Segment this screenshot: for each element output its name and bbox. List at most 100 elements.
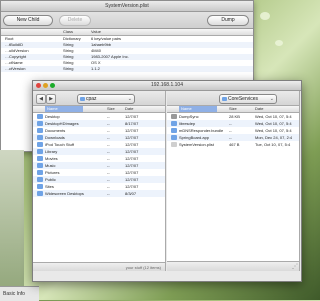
delete-button[interactable]: Delete: [59, 15, 91, 26]
column-header-size[interactable]: Size: [229, 106, 237, 112]
forward-arrow-icon[interactable]: ▶: [46, 94, 56, 104]
list-item[interactable]: libresdep -- Wed, Oct 10, 07, 5:4: [167, 120, 299, 127]
folder-icon: [37, 128, 43, 133]
folder-icon: [37, 170, 43, 175]
file-name: Library: [45, 149, 58, 154]
minimize-button[interactable]: [43, 83, 48, 88]
file-name: mDNSResponder.bundle: [179, 128, 224, 133]
file-name: Documents: [45, 128, 66, 133]
remote-pane: CoreServices ⌄ Name Size Date DumpSync 28…: [167, 91, 300, 271]
background-window-footer: Basic Info: [0, 286, 39, 301]
remote-path-label: CoreServices: [228, 96, 259, 102]
file-size: --: [107, 191, 110, 196]
file-size: 467 B: [229, 142, 240, 147]
file-name: DumpSync: [179, 114, 199, 119]
list-item[interactable]: Downloads -- 12/7/07: [33, 134, 165, 141]
column-header-name[interactable]: Name: [45, 106, 83, 112]
file-name: iPod Touch Stuff: [45, 142, 74, 147]
file-name: Public: [45, 177, 56, 182]
folder-icon: [37, 184, 43, 189]
column-header-value[interactable]: Value: [91, 29, 101, 35]
column-header-size[interactable]: Size: [107, 106, 115, 112]
folder-icon: [37, 114, 43, 119]
file-name: Sites: [45, 184, 54, 189]
remote-file-list: DumpSync 28 KB Wed, Oct 10, 07, 5:4 libresd…: [167, 113, 299, 148]
file-name: Desktop: [45, 114, 60, 119]
list-item[interactable]: Widescreen Desktops -- 8/3/07: [33, 190, 165, 197]
window-controls: [36, 83, 55, 88]
file-size: --: [107, 128, 110, 133]
local-pane: ◀ ▶ cpaz ⌄ Name Size Date Desktop -- 12/7/…: [33, 91, 166, 271]
file-date: 12/7/07: [125, 128, 139, 133]
list-item[interactable]: Desktop -- 12/7/07: [33, 113, 165, 120]
dump-button[interactable]: Dump: [207, 15, 249, 26]
file-size: --: [229, 135, 232, 140]
column-header-date[interactable]: Date: [255, 106, 263, 112]
local-path-label: cpaz: [86, 96, 97, 102]
file-size: --: [107, 163, 110, 168]
list-item[interactable]: Pictures -- 12/7/07: [33, 169, 165, 176]
file-name: Widescreen Desktops: [45, 191, 84, 196]
local-path-popup[interactable]: cpaz ⌄: [77, 94, 135, 104]
folder-icon: [37, 191, 43, 196]
file-date: Tue, Oct 10, 07, 5:4: [255, 142, 291, 147]
local-column-header: Name Size Date: [33, 106, 165, 113]
list-item[interactable]: Music -- 12/7/07: [33, 162, 165, 169]
file-name: SpringBoard.app: [179, 135, 210, 140]
folder-icon: [37, 163, 43, 168]
column-header-class[interactable]: Class: [63, 29, 73, 35]
file-icon: [171, 114, 177, 119]
list-item[interactable]: Movies -- 12/7/07: [33, 155, 165, 162]
folder-icon: [37, 142, 43, 147]
list-item[interactable]: Public -- 12/7/07: [33, 176, 165, 183]
list-item[interactable]: SystemVersion.plist 467 B Tue, Oct 10, 07,…: [167, 141, 299, 148]
plist-toolbar: New Child Delete Dump: [1, 12, 253, 29]
file-date: 12/7/07: [125, 184, 139, 189]
local-pathbar: ◀ ▶ cpaz ⌄: [33, 91, 165, 106]
background-window-strip: [0, 150, 24, 300]
file-size: --: [107, 184, 110, 189]
file-date: 12/7/07: [125, 156, 139, 161]
resize-grip-icon[interactable]: ⋰: [292, 263, 298, 270]
file-size: --: [107, 156, 110, 161]
file-date: 12/7/07: [125, 177, 139, 182]
file-name: Music: [45, 163, 56, 168]
folder-icon: [37, 149, 43, 154]
ftp-window-titlebar: 192.168.1.104: [33, 81, 301, 91]
close-button[interactable]: [36, 83, 41, 88]
file-date: Wed, Oct 10, 07, 5:4: [255, 128, 292, 133]
list-item[interactable]: iPod Touch Stuff -- 12/7/07: [33, 141, 165, 148]
chevron-down-icon: ⌄: [269, 96, 274, 102]
list-item[interactable]: mDNSResponder.bundle -- Wed, Oct 10, 07, 5…: [167, 127, 299, 134]
new-child-button[interactable]: New Child: [3, 15, 53, 26]
list-item[interactable]: Library -- 12/7/07: [33, 148, 165, 155]
file-date: 12/7/07: [125, 149, 139, 154]
column-header-date[interactable]: Date: [125, 106, 133, 112]
local-status-bar: your stuff (12 items): [33, 262, 165, 271]
list-item[interactable]: DesktopHDImages -- 8/17/07: [33, 120, 165, 127]
back-arrow-icon[interactable]: ◀: [36, 94, 46, 104]
table-row[interactable]: …ctVersion String 1.1.2: [1, 66, 253, 72]
remote-path-popup[interactable]: CoreServices ⌄: [219, 94, 277, 104]
file-date: Wed, Oct 10, 07, 5:4: [255, 121, 292, 126]
file-date: 12/7/07: [125, 142, 139, 147]
folder-icon: [37, 177, 43, 182]
file-name: libresdep: [179, 121, 196, 126]
file-size: --: [229, 121, 232, 126]
row-value: 1.1.2: [91, 66, 100, 71]
column-header-name[interactable]: Name: [179, 106, 217, 112]
zoom-button[interactable]: [50, 83, 55, 88]
file-date: 12/7/07: [125, 163, 139, 168]
ftp-window-title: 192.168.1.104: [151, 82, 183, 88]
file-size: 28 KB: [229, 114, 240, 119]
list-item[interactable]: SpringBoard.app -- Mon, Dec 24, 07, 2:4: [167, 134, 299, 141]
folder-icon: [171, 121, 177, 126]
file-name: Movies: [45, 156, 58, 161]
list-item[interactable]: DumpSync 28 KB Wed, Oct 10, 07, 5:4: [167, 113, 299, 120]
file-name: DesktopHDImages: [45, 121, 79, 126]
list-item[interactable]: Documents -- 12/7/07: [33, 127, 165, 134]
file-date: 12/7/07: [125, 170, 139, 175]
list-item[interactable]: Sites -- 12/7/07: [33, 183, 165, 190]
file-name: Downloads: [45, 135, 65, 140]
folder-icon: [171, 135, 177, 140]
